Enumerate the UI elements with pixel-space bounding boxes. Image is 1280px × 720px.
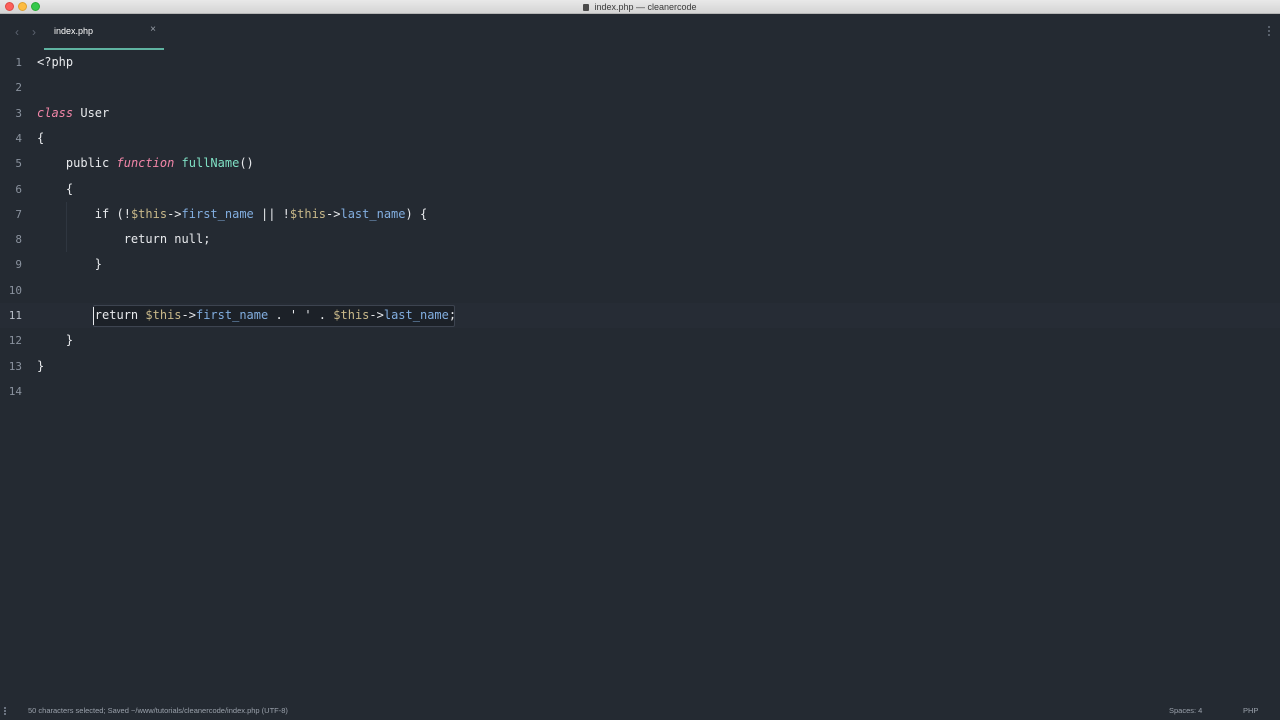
window-title-text: index.php — cleanercode <box>594 2 697 12</box>
title-bar: index.php — cleanercode <box>0 0 1280 14</box>
code-text: if (!$this->first_name || !$this->last_n… <box>94 206 428 221</box>
line-number: 5 <box>15 157 22 171</box>
status-message: 50 characters selected; Saved ~/www/tuto… <box>28 706 288 715</box>
panel-toggle-icon[interactable] <box>4 707 6 715</box>
line-number: 4 <box>15 131 22 145</box>
code-line[interactable]: 7 if (!$this->first_name || !$this->last… <box>0 202 1280 227</box>
code-editor[interactable]: 1 <?php 2 3 class User 4 { 5 public func… <box>0 50 1280 701</box>
chevron-right-icon[interactable]: › <box>27 24 41 40</box>
code-line[interactable]: 10 <box>0 278 1280 303</box>
code-line[interactable]: 4 { <box>0 126 1280 151</box>
code-text: <?php <box>37 50 73 75</box>
code-text: { <box>37 181 74 196</box>
code-line[interactable]: 9 } <box>0 252 1280 277</box>
code-text: return null; <box>123 232 211 247</box>
code-text: public function fullName() <box>65 156 254 171</box>
code-text: } <box>37 257 103 272</box>
code-line[interactable]: 8 return null; <box>0 227 1280 252</box>
line-number: 1 <box>15 56 22 69</box>
line-number: 3 <box>15 106 22 120</box>
code-text: } <box>37 358 45 373</box>
chevron-left-icon[interactable]: ‹ <box>10 24 24 40</box>
code-line-current[interactable]: 11 return $this->first_name . ' ' . $thi… <box>0 303 1280 329</box>
code-line[interactable]: 3 class User <box>0 101 1280 126</box>
php-open-tag: <?php <box>37 55 74 69</box>
status-bar: 50 characters selected; Saved ~/www/tuto… <box>0 701 1280 720</box>
line-number: 11 <box>8 309 22 322</box>
tab-label: index.php <box>54 26 94 36</box>
line-number: 8 <box>15 233 22 247</box>
line-number: 2 <box>15 81 22 95</box>
code-line[interactable]: 12 } <box>0 328 1280 353</box>
document-icon <box>583 4 590 11</box>
code-line[interactable]: 14 <box>0 379 1280 404</box>
code-text: { <box>37 130 45 145</box>
code-text: return $this->first_name . ' ' . $this->… <box>94 308 457 322</box>
window-title: index.php — cleanercode <box>0 0 1280 14</box>
tab-bar: ‹ › index.php × <box>0 14 1280 50</box>
line-number: 7 <box>15 207 22 221</box>
indentation-setting[interactable]: Spaces: 4 <box>1169 701 1202 720</box>
more-vertical-icon[interactable] <box>1266 24 1272 40</box>
line-number: 13 <box>8 359 22 373</box>
line-number: 12 <box>8 334 22 348</box>
syntax-selector[interactable]: PHP <box>1243 701 1258 720</box>
code-line[interactable]: 5 public function fullName() <box>0 151 1280 176</box>
line-number: 10 <box>8 283 22 297</box>
tab-index-php[interactable]: index.php × <box>44 14 164 50</box>
code-line[interactable]: 6 { <box>0 177 1280 202</box>
line-number: 6 <box>15 182 22 196</box>
code-text: } <box>37 333 74 348</box>
code-line[interactable]: 2 <box>0 75 1280 100</box>
close-icon[interactable]: × <box>150 24 156 35</box>
line-number: 9 <box>15 258 22 272</box>
code-text: class User <box>37 105 110 120</box>
code-line[interactable]: 13 } <box>0 354 1280 379</box>
line-number: 14 <box>8 384 22 398</box>
code-line[interactable]: 1 <?php <box>0 50 1280 75</box>
